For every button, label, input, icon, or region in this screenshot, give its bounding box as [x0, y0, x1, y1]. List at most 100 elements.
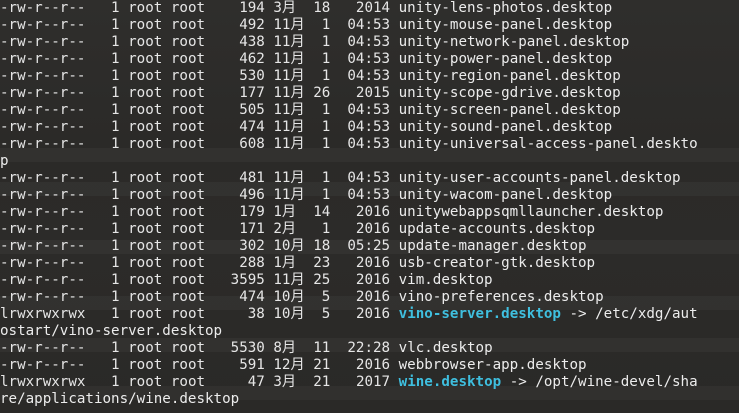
file-name: unitywebappsqmllauncher.desktop	[398, 204, 664, 220]
file-time: 2016	[355, 255, 391, 271]
file-name: unity-lens-photos.desktop	[398, 0, 613, 16]
file-day: 5	[321, 289, 331, 305]
wrapped-text: ostart/vino-server.desktop	[0, 323, 223, 339]
permission-string: -rw-r--r--	[0, 0, 86, 16]
file-group: root	[170, 119, 206, 135]
listing-row: -rw-r--r-- 1 root root 505 11月 1 04:53 u…	[0, 102, 739, 119]
file-owner: root	[128, 0, 163, 16]
file-group: root	[170, 17, 206, 33]
file-time: 04:53	[347, 51, 391, 67]
file-owner: root	[128, 102, 163, 118]
file-month: 11月	[273, 136, 305, 152]
listing-row: -rw-r--r-- 1 root root 171 2月 1 2016 upd…	[0, 221, 739, 238]
file-group: root	[170, 306, 206, 322]
listing-row: lrwxrwxrwx 1 root root 38 10月 5 2016 vin…	[0, 306, 739, 323]
file-owner: root	[128, 85, 163, 101]
file-time: 04:53	[347, 34, 391, 50]
file-month: 12月	[273, 357, 305, 373]
file-day: 23	[313, 255, 331, 271]
file-owner: root	[128, 68, 163, 84]
listing-row: -rw-r--r-- 1 root root 438 11月 1 04:53 u…	[0, 34, 739, 51]
file-day: 11	[313, 340, 331, 356]
file-owner: root	[128, 51, 163, 67]
file-size: 179	[239, 204, 265, 220]
file-day: 1	[321, 136, 331, 152]
file-size: 505	[239, 102, 265, 118]
terminal-window[interactable]: -rw-r--r-- 1 root root 194 3月 18 2014 un…	[0, 0, 739, 413]
file-owner: root	[128, 204, 163, 220]
file-size: 3595	[230, 272, 265, 288]
file-month: 1月	[273, 204, 297, 220]
link-count: 1	[111, 374, 120, 390]
link-count: 1	[111, 357, 120, 373]
file-time: 04:53	[347, 102, 391, 118]
file-name: unity-network-panel.desktop	[398, 34, 630, 50]
file-group: root	[170, 51, 206, 67]
file-owner: root	[128, 136, 163, 152]
file-month: 11月	[273, 272, 305, 288]
file-name: unity-region-panel.desktop	[398, 68, 621, 84]
file-owner: root	[128, 17, 163, 33]
file-month: 11月	[273, 17, 305, 33]
file-time: 04:53	[347, 170, 391, 186]
listing-row: -rw-r--r-- 1 root root 591 12月 21 2016 w…	[0, 357, 739, 374]
file-size: 47	[247, 374, 265, 390]
permission-string: -rw-r--r--	[0, 204, 86, 220]
file-name: vino-preferences.desktop	[398, 289, 604, 305]
file-group: root	[170, 187, 206, 203]
link-count: 1	[111, 272, 120, 288]
permission-string: -rw-r--r--	[0, 272, 86, 288]
wrapped-line: ostart/vino-server.desktop	[0, 323, 739, 340]
file-time: 2017	[355, 374, 391, 390]
file-month: 11月	[273, 102, 305, 118]
file-month: 11月	[273, 51, 305, 67]
symlink-target: /opt/wine-devel/sha	[535, 374, 698, 390]
file-month: 11月	[273, 119, 305, 135]
file-day: 18	[313, 0, 331, 16]
permission-string: -rw-r--r--	[0, 187, 86, 203]
file-time: 05:25	[347, 238, 391, 254]
file-group: root	[170, 340, 206, 356]
file-owner: root	[128, 306, 163, 322]
file-day: 1	[321, 102, 331, 118]
file-group: root	[170, 289, 206, 305]
file-size: 438	[239, 34, 265, 50]
permission-string: -rw-r--r--	[0, 17, 86, 33]
file-time: 2016	[355, 272, 391, 288]
file-day: 1	[321, 187, 331, 203]
file-time: 2016	[355, 306, 391, 322]
permission-string: -rw-r--r--	[0, 119, 86, 135]
file-month: 1月	[273, 255, 297, 271]
file-day: 5	[321, 306, 331, 322]
link-count: 1	[111, 255, 120, 271]
file-owner: root	[128, 340, 163, 356]
file-time: 04:53	[347, 187, 391, 203]
listing-row: -rw-r--r-- 1 root root 177 11月 26 2015 u…	[0, 85, 739, 102]
file-size: 608	[239, 136, 265, 152]
terminal-output[interactable]: -rw-r--r-- 1 root root 194 3月 18 2014 un…	[0, 0, 739, 408]
file-time: 04:53	[347, 17, 391, 33]
listing-row: lrwxrwxrwx 1 root root 47 3月 21 2017 win…	[0, 374, 739, 391]
file-size: 462	[239, 51, 265, 67]
file-name: unity-user-accounts-panel.desktop	[398, 170, 681, 186]
file-owner: root	[128, 34, 163, 50]
file-owner: root	[128, 357, 163, 373]
file-day: 18	[313, 238, 331, 254]
file-name: vlc.desktop	[398, 340, 493, 356]
file-owner: root	[128, 170, 163, 186]
file-group: root	[170, 136, 206, 152]
file-owner: root	[128, 221, 163, 237]
permission-string: -rw-r--r--	[0, 221, 86, 237]
permission-string: -rw-r--r--	[0, 170, 86, 186]
file-day: 1	[321, 170, 331, 186]
link-count: 1	[111, 306, 120, 322]
listing-row: -rw-r--r-- 1 root root 179 1月 14 2016 un…	[0, 204, 739, 221]
file-size: 38	[247, 306, 265, 322]
permission-string: -rw-r--r--	[0, 34, 86, 50]
file-name: update-accounts.desktop	[398, 221, 596, 237]
file-name: vim.desktop	[398, 272, 493, 288]
file-day: 1	[321, 17, 331, 33]
listing-row: -rw-r--r-- 1 root root 474 11月 1 04:53 u…	[0, 119, 739, 136]
file-month: 11月	[273, 170, 305, 186]
file-size: 288	[239, 255, 265, 271]
